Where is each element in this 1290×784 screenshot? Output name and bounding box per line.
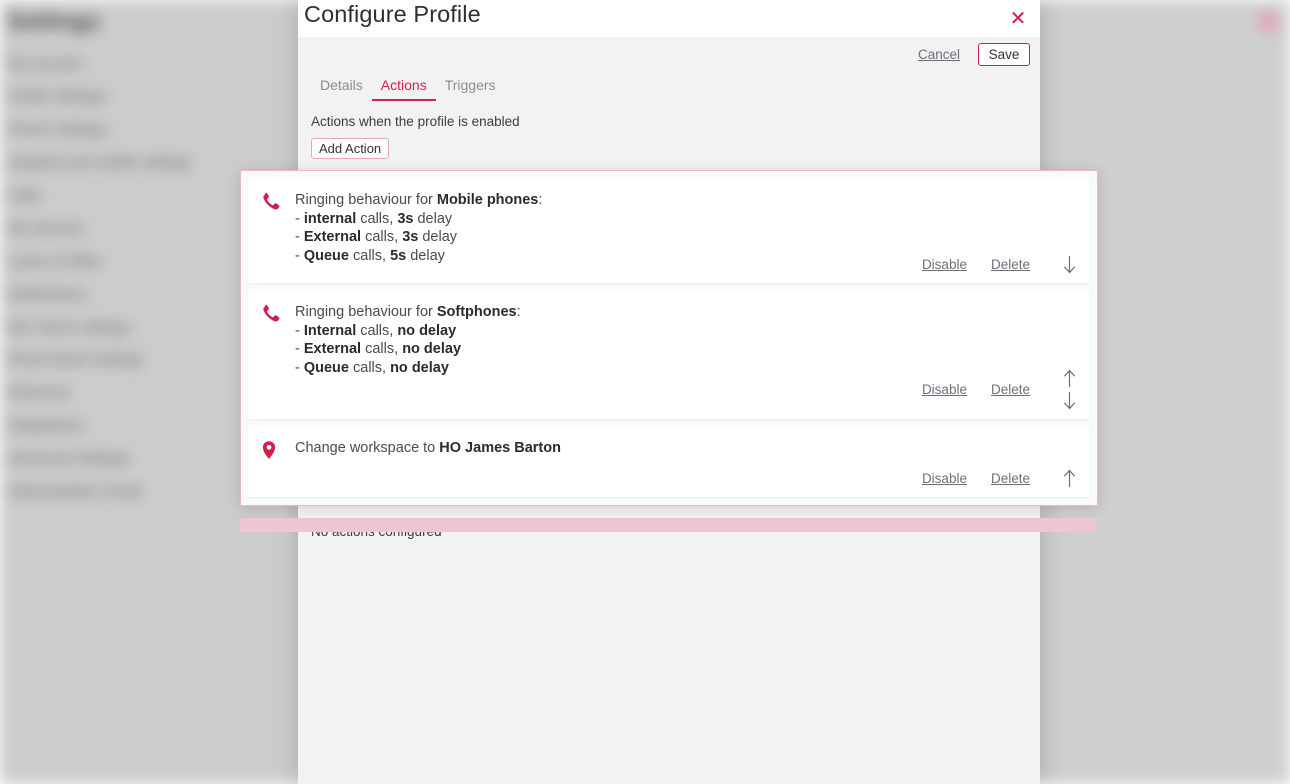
action-detail-line: - internal calls, 3s delay	[295, 210, 1090, 229]
line-mid: calls,	[361, 341, 403, 357]
line-bold-1: Internal	[303, 322, 357, 339]
line-mid: calls,	[356, 322, 398, 339]
line-bold-2: no delay	[390, 359, 449, 376]
action-title-suffix: :	[538, 192, 543, 208]
line-bold-2: 5s	[390, 247, 407, 264]
line-prefix: -	[295, 210, 304, 227]
disable-button[interactable]: Disable	[922, 257, 967, 272]
move-up-arrow-icon[interactable]	[1059, 367, 1079, 389]
sidebar-item[interactable]: Shortcuts	[8, 385, 69, 401]
action-card-title: Change workspace to HO James Barton	[295, 439, 1090, 458]
dialog-action-bar: Cancel Save	[298, 37, 1040, 75]
action-card-title: Ringing behaviour for Mobile phones:	[295, 191, 1090, 210]
line-prefix: -	[295, 229, 304, 245]
line-bold-1: External	[303, 229, 362, 245]
line-bold-2: 3s	[402, 229, 419, 245]
sidebar-item[interactable]: Phone Book Settings	[8, 352, 143, 368]
delete-button[interactable]: Delete	[991, 257, 1030, 272]
move-up-arrow-icon[interactable]	[1059, 467, 1079, 489]
line-suffix: delay	[418, 229, 458, 245]
phone-handset-icon	[259, 303, 281, 325]
line-bold-2: no delay	[397, 322, 457, 339]
line-mid: calls,	[356, 210, 398, 227]
delete-button[interactable]: Delete	[991, 382, 1030, 397]
move-down-arrow-icon[interactable]	[1059, 389, 1079, 411]
sidebar-item[interactable]: My Devices	[8, 221, 83, 237]
action-detail-line: - External calls, 3s delay	[295, 228, 1090, 247]
sidebar-item[interactable]: Profile Settings	[8, 89, 106, 105]
reorder-controls	[1058, 467, 1080, 489]
tab-details[interactable]: Details	[311, 77, 372, 101]
phone-handset-icon	[259, 191, 281, 213]
action-card-controls: Disable Delete	[922, 367, 1080, 411]
sidebar-item[interactable]: Administration Portal	[8, 484, 142, 500]
settings-heading: Settings	[8, 8, 101, 34]
sidebar-item[interactable]: Phone Settings	[8, 122, 106, 138]
sidebar-item[interactable]: Headset and mobile settings	[8, 155, 191, 171]
line-bold-1: External	[303, 341, 362, 357]
dialog-header: Configure Profile ✕	[298, 0, 1040, 37]
highlight-band	[240, 518, 1096, 532]
sidebar-item[interactable]: My account	[8, 56, 82, 72]
line-prefix: -	[295, 341, 304, 357]
action-card-title: Ringing behaviour for Softphones:	[295, 303, 1090, 322]
line-bold-1: Queue	[303, 247, 349, 264]
action-card[interactable]: Ringing behaviour for Mobile phones: - i…	[248, 179, 1090, 283]
action-card-controls: Disable Delete	[922, 253, 1080, 275]
line-suffix: delay	[413, 210, 453, 227]
line-prefix: -	[295, 247, 304, 264]
line-suffix: delay	[406, 247, 445, 264]
action-card[interactable]: Ringing behaviour for Softphones: - Inte…	[248, 291, 1090, 419]
action-title-target: Softphones	[436, 304, 517, 320]
cancel-button[interactable]: Cancel	[918, 47, 960, 62]
line-bold-2: 3s	[397, 210, 414, 227]
reorder-controls	[1058, 367, 1080, 411]
sidebar-item[interactable]: Advanced Settings	[8, 451, 129, 467]
action-card-body: Change workspace to HO James Barton	[248, 427, 1090, 458]
line-bold-1: Queue	[303, 359, 349, 376]
action-title-prefix: Ringing behaviour for	[295, 304, 437, 320]
action-card-body: Ringing behaviour for Softphones: - Inte…	[248, 291, 1090, 377]
action-detail-line: - Internal calls, no delay	[295, 322, 1090, 341]
tab-triggers[interactable]: Triggers	[436, 77, 505, 101]
sidebar-item[interactable]: Integrations	[8, 418, 84, 434]
line-mid: calls,	[348, 247, 391, 264]
disable-button[interactable]: Disable	[922, 382, 967, 397]
tab-actions[interactable]: Actions	[371, 77, 436, 101]
action-card[interactable]: Change workspace to HO James Barton Disa…	[248, 427, 1090, 497]
close-icon[interactable]: ✕	[1007, 8, 1029, 30]
line-mid: calls,	[348, 359, 391, 376]
dialog-tabs: Details Actions Triggers	[311, 77, 505, 101]
line-mid: calls,	[361, 229, 403, 245]
action-detail-line: - External calls, no delay	[295, 340, 1090, 359]
sidebar-item[interactable]: Leave of office	[8, 254, 102, 270]
delete-button[interactable]: Delete	[991, 471, 1030, 486]
action-card-controls: Disable Delete	[922, 467, 1080, 489]
reorder-controls	[1058, 253, 1080, 275]
action-title-prefix: Change workspace to	[295, 440, 440, 456]
line-bold-1: internal	[303, 210, 357, 227]
line-prefix: -	[295, 322, 304, 339]
line-prefix: -	[295, 359, 304, 376]
sidebar-item[interactable]: MS Teams settings	[8, 320, 130, 336]
save-button[interactable]: Save	[978, 43, 1030, 66]
avatar[interactable]	[1258, 12, 1278, 32]
disable-button[interactable]: Disable	[922, 471, 967, 486]
action-title-target: HO James Barton	[439, 440, 561, 456]
action-title-target: Mobile phones	[436, 192, 539, 208]
map-pin-icon	[259, 439, 281, 461]
action-title-suffix: :	[516, 304, 521, 320]
sidebar-item[interactable]: Calls	[8, 188, 40, 204]
actions-caption: Actions when the profile is enabled	[311, 114, 520, 129]
action-title-prefix: Ringing behaviour for	[295, 192, 437, 208]
add-action-button[interactable]: Add Action	[311, 138, 390, 159]
page-title: Configure Profile	[304, 1, 481, 27]
line-bold-2: no delay	[402, 341, 462, 357]
settings-sidebar: Settings My account Profile Settings Pho…	[0, 0, 278, 784]
action-card-list: Ringing behaviour for Mobile phones: - i…	[240, 170, 1098, 506]
move-down-arrow-icon[interactable]	[1059, 253, 1079, 275]
sidebar-item[interactable]: Notifications	[8, 287, 87, 303]
